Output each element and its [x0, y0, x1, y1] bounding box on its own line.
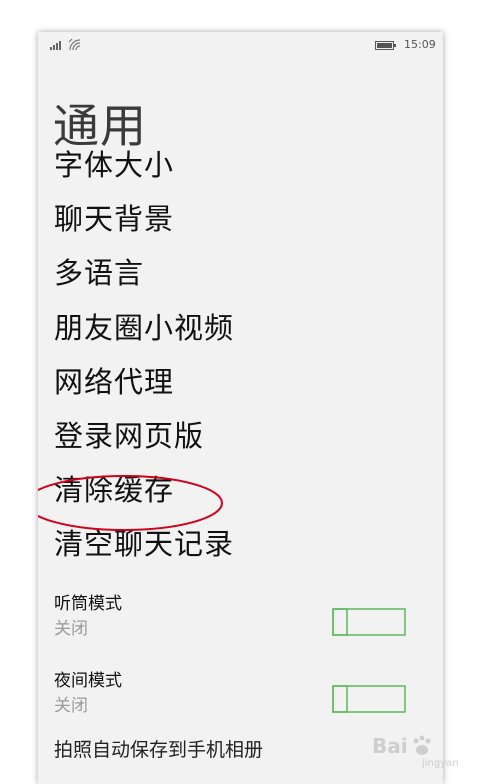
earpiece-mode-label: 听筒模式 [54, 594, 122, 614]
screenshot-frame: 15:09 通用 字体大小 聊天背景 多语言 朋友圈小视频 网络代理 登录网页版… [0, 0, 484, 784]
status-time: 15:09 [404, 38, 436, 51]
earpiece-mode-state: 关闭 [54, 619, 88, 639]
wifi-icon [68, 38, 81, 51]
signal-icon [50, 41, 61, 50]
earpiece-mode-toggle[interactable] [332, 608, 406, 636]
watermark-text: Bai [372, 734, 408, 758]
status-bar: 15:09 [38, 32, 443, 58]
menu-item-web-login[interactable]: 登录网页版 [54, 418, 204, 454]
highlight-annotation [38, 475, 223, 531]
menu-item-moments-video[interactable]: 朋友圈小视频 [54, 310, 234, 346]
night-mode-toggle[interactable] [332, 685, 406, 713]
menu-item-network-proxy[interactable]: 网络代理 [54, 364, 174, 400]
page-title: 通用 [53, 99, 147, 153]
auto-save-photos-item[interactable]: 拍照自动保存到手机相册 [54, 738, 263, 762]
menu-item-chat-background[interactable]: 聊天背景 [54, 201, 174, 237]
baidu-jingyan-watermark: Bai jingyan [368, 728, 484, 784]
battery-icon [375, 41, 396, 50]
night-mode-label: 夜间模式 [54, 671, 122, 691]
phone-screen: 15:09 通用 字体大小 聊天背景 多语言 朋友圈小视频 网络代理 登录网页版… [38, 32, 443, 784]
paw-icon [413, 735, 431, 755]
menu-item-font-size[interactable]: 字体大小 [54, 147, 174, 183]
watermark-subtext: jingyan [422, 758, 459, 769]
menu-item-language[interactable]: 多语言 [54, 255, 144, 291]
night-mode-state: 关闭 [54, 696, 88, 716]
